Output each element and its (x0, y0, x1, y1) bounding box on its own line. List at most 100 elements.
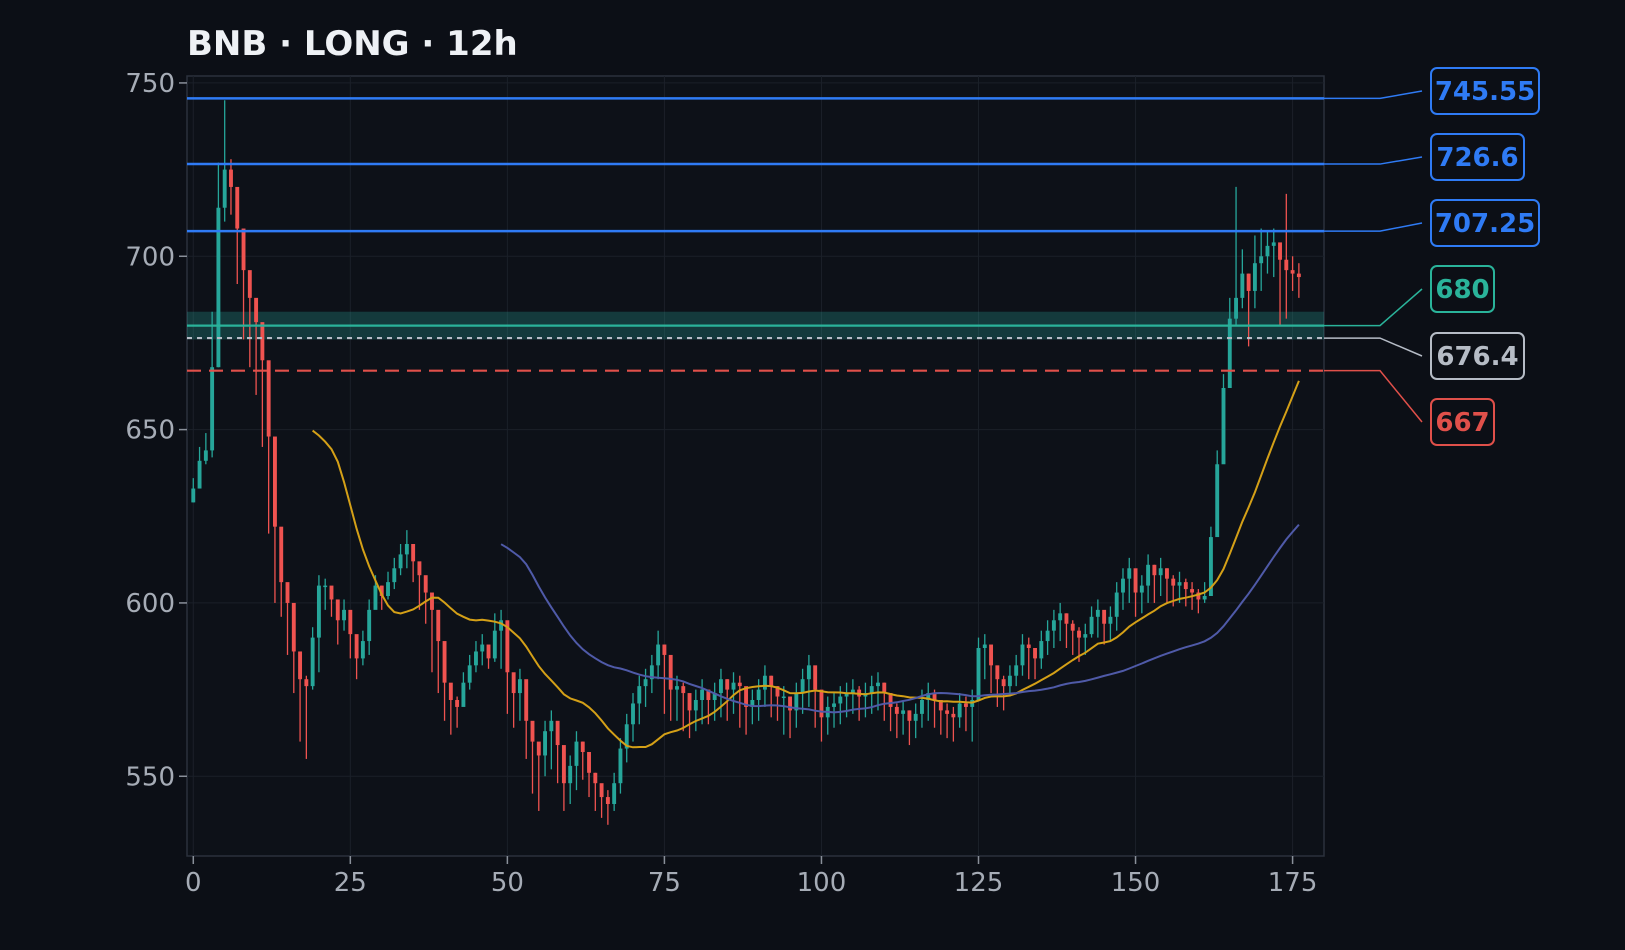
candle-body (373, 585, 378, 610)
x-tick-label: 25 (334, 868, 367, 898)
candle-body (1045, 630, 1050, 642)
candle-body (543, 731, 548, 756)
candle-body (1020, 644, 1025, 666)
candle-body (1152, 564, 1157, 576)
candle-body (951, 713, 956, 718)
candle-body (467, 665, 472, 683)
x-tick-label: 175 (1268, 868, 1318, 898)
candle-body (1252, 263, 1257, 291)
candle-body (1033, 648, 1037, 659)
candle-body (1083, 634, 1088, 638)
y-tick-label: 700 (125, 242, 175, 272)
candle-body (492, 630, 497, 659)
candle-body (1014, 665, 1019, 676)
candle-body (392, 568, 397, 583)
candle-body (310, 637, 315, 687)
chart-title: BNB · LONG · 12h (187, 24, 518, 64)
candle-body (687, 693, 692, 711)
candle-body (838, 696, 843, 704)
candle-body (662, 644, 667, 655)
candle-body (656, 644, 661, 666)
candle-body (1064, 613, 1069, 624)
candle-body (386, 582, 390, 596)
candle-body (1039, 641, 1044, 659)
candle-body (631, 703, 635, 725)
candle-body (241, 228, 246, 271)
candle-body (1026, 644, 1031, 648)
candle-body (348, 609, 353, 635)
candle-body (580, 741, 585, 752)
candle-body (618, 748, 623, 784)
candle-body (1290, 270, 1295, 274)
candle-body (1227, 318, 1232, 388)
candle-body (1089, 616, 1094, 635)
candle-body (197, 460, 202, 489)
candle-body (1051, 620, 1056, 631)
level-tag-label: 667 (1435, 408, 1489, 438)
candle-body (229, 169, 233, 187)
candle-body (1133, 568, 1138, 593)
candle-body (675, 686, 679, 690)
candle-body (461, 682, 466, 707)
candle-body (574, 741, 579, 766)
candle-body (442, 641, 447, 683)
x-tick-label: 0 (185, 868, 202, 898)
candle-body (1246, 273, 1251, 291)
candle-body (530, 720, 535, 742)
level-tag-label: 680 (1435, 275, 1489, 305)
candle-body (222, 169, 227, 208)
candle-body (1234, 297, 1239, 319)
candle-body (731, 682, 736, 690)
candle-body (806, 665, 811, 680)
candle-body (1102, 609, 1107, 624)
candle-body (693, 700, 698, 711)
level-tag-label: 745.55 (1435, 77, 1535, 107)
candle-body (360, 641, 365, 659)
candle-body (474, 651, 478, 666)
candle-body (612, 783, 617, 804)
candle-body (354, 634, 359, 659)
candle-body (1114, 592, 1119, 617)
candle-body (913, 713, 918, 721)
x-tick-label: 50 (491, 868, 524, 898)
candle-body (957, 703, 962, 718)
candle-body (247, 270, 252, 298)
candle-body (599, 783, 604, 798)
candle-body (430, 592, 434, 610)
plot-area (186, 75, 1325, 857)
candle-body (989, 644, 994, 666)
candle-body (1058, 613, 1063, 621)
level-tag-label: 707.25 (1435, 209, 1535, 239)
candle-body (945, 710, 950, 714)
candle-body (963, 703, 968, 707)
candle-body (1284, 259, 1289, 271)
candle-body (756, 689, 761, 700)
chart: BNB · LONG · 12h 745.55 726.6 707.25 680 676… (0, 0, 1625, 950)
x-tick-label: 125 (954, 868, 1004, 898)
candle-body (404, 544, 409, 555)
candle-body (260, 322, 265, 361)
y-tick-label: 750 (125, 69, 175, 99)
candle-body (499, 620, 504, 631)
candle-body (235, 186, 240, 229)
candle-body (800, 679, 805, 694)
candle-body (517, 679, 522, 694)
candle-body (555, 720, 560, 746)
candle-body (1077, 630, 1081, 638)
candle-body (1108, 616, 1113, 624)
candle-body (1121, 578, 1125, 593)
candle-body (668, 654, 673, 690)
candle-body (1095, 609, 1100, 617)
candle-body (1265, 245, 1270, 257)
candle-body (1202, 596, 1207, 600)
candle-body (1240, 273, 1245, 298)
candle-body (323, 585, 328, 588)
candle-body (1127, 568, 1132, 579)
candle-body (279, 526, 284, 583)
y-tick-label: 650 (125, 416, 175, 446)
candle-body (342, 609, 346, 621)
candle-body (920, 700, 924, 714)
candle-body (832, 703, 836, 707)
candle-body (436, 609, 441, 642)
candle-body (254, 297, 259, 323)
